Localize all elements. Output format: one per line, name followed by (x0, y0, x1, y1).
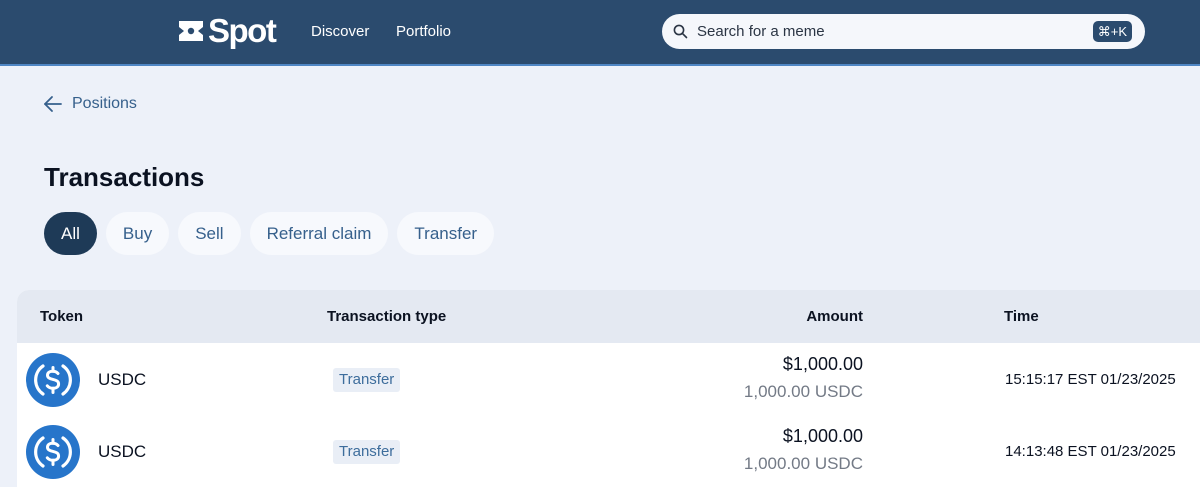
nav-discover-link[interactable]: Discover (311, 22, 369, 42)
transaction-type-badge: Transfer (333, 368, 401, 392)
back-link-label: Positions (72, 95, 137, 112)
amount-usd: $1,000.00 (782, 426, 863, 446)
search-icon (673, 24, 688, 39)
search-input[interactable] (697, 14, 1077, 49)
arrow-left-icon (44, 96, 62, 112)
transactions-table: Token Transaction type Amount Time USDC … (17, 290, 1200, 487)
brand-logo[interactable]: Spot (178, 12, 277, 49)
page-title: Transactions (44, 162, 205, 192)
amount-token: 1,000.00 USDC (743, 454, 863, 473)
search-bar[interactable]: ⌘+K (662, 14, 1145, 49)
table-header: Token Transaction type Amount Time (17, 290, 1200, 343)
filter-chip-referral-claim[interactable]: Referral claim (249, 212, 389, 255)
column-header-transaction-type[interactable]: Transaction type (327, 308, 446, 326)
spot-logo-icon (179, 21, 203, 41)
column-header-amount[interactable]: Amount (737, 308, 863, 326)
top-navigation-bar: Spot Discover Portfolio ⌘+K (0, 0, 1200, 66)
back-to-positions-link[interactable]: Positions (43, 94, 137, 114)
usdc-coin-icon (26, 425, 80, 479)
table-row[interactable]: USDC Transfer $1,000.00 1,000.00 USDC 15… (17, 343, 1200, 415)
amount-usd: $1,000.00 (782, 354, 863, 374)
transaction-time: 15:15:17 EST 01/23/2025 (1005, 371, 1176, 388)
brand-name: Spot (208, 12, 277, 49)
transaction-type-badge: Transfer (333, 440, 401, 464)
token-name: USDC (98, 370, 147, 389)
filter-chip-sell[interactable]: Sell (178, 212, 241, 255)
transaction-filter-chips: All Buy Sell Referral claim Transfer (44, 212, 495, 255)
search-shortcut-badge: ⌘+K (1092, 21, 1132, 42)
transaction-time: 14:13:48 EST 01/23/2025 (1005, 443, 1176, 460)
nav-portfolio-link[interactable]: Portfolio (396, 22, 451, 42)
amount-token: 1,000.00 USDC (743, 382, 863, 401)
column-header-token[interactable]: Token (40, 308, 83, 326)
filter-chip-all[interactable]: All (44, 212, 97, 255)
filter-chip-buy[interactable]: Buy (105, 212, 170, 255)
filter-chip-transfer[interactable]: Transfer (397, 212, 495, 255)
table-row[interactable]: USDC Transfer $1,000.00 1,000.00 USDC 14… (17, 415, 1200, 487)
token-name: USDC (98, 442, 147, 461)
usdc-coin-icon (26, 353, 80, 407)
column-header-time[interactable]: Time (1004, 308, 1039, 326)
